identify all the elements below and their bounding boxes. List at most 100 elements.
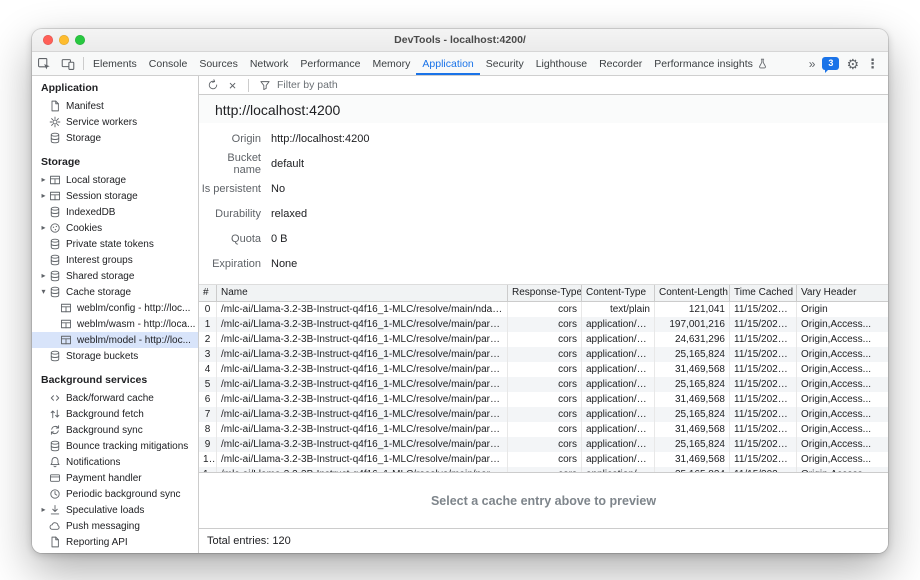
sidebar-item-periodic-background-sync[interactable]: Periodic background sync [32,486,198,502]
database-icon [49,238,61,250]
sidebar-item-weblm-model-http-loc[interactable]: weblm/model - http://loc... [32,332,198,348]
column-header-vary-header[interactable]: Vary Header [797,285,888,301]
column-header-time-cached[interactable]: Time Cached [730,285,797,301]
inspect-element-icon[interactable] [32,52,56,75]
more-tabs-button[interactable]: » [809,57,816,71]
sidebar-item-notifications[interactable]: Notifications [32,454,198,470]
sidebar-item-background-sync[interactable]: Background sync [32,422,198,438]
sidebar-item-payment-handler[interactable]: Payment handler [32,470,198,486]
tree-arrow-icon[interactable]: ▸ [38,272,49,280]
table-row[interactable]: 0/mlc-ai/Llama-3.2-3B-Instruct-q4f16_1-M… [199,302,888,317]
sidebar-section-storage: Storage▸Local storage▸Session storageInd… [32,152,198,364]
sidebar-item-shared-storage[interactable]: ▸Shared storage [32,268,198,284]
sidebar-item-background-fetch[interactable]: Background fetch [32,406,198,422]
tree-arrow-icon[interactable]: ▸ [38,506,49,514]
close-window-button[interactable] [43,35,53,45]
sidebar-item-label: Storage [66,133,101,144]
tab-sources[interactable]: Sources [193,52,244,75]
titlebar[interactable]: DevTools - localhost:4200/ [32,29,888,52]
cell-content_length: 25,165,824 [655,407,730,422]
table-row[interactable]: 5/mlc-ai/Llama-3.2-3B-Instruct-q4f16_1-M… [199,377,888,392]
cell-num: 9 [199,437,217,452]
delete-selected-button[interactable]: × [225,78,240,93]
column-header-content-length[interactable]: Content-Length [655,285,730,301]
table-row[interactable]: 9/mlc-ai/Llama-3.2-3B-Instruct-q4f16_1-M… [199,437,888,452]
tab-network[interactable]: Network [244,52,295,75]
table-row[interactable]: 4/mlc-ai/Llama-3.2-3B-Instruct-q4f16_1-M… [199,362,888,377]
sidebar-item-weblm-wasm-http-loca[interactable]: weblm/wasm - http://loca... [32,316,198,332]
sidebar-item-storage-buckets[interactable]: Storage buckets [32,348,198,364]
tab-performance-insights[interactable]: Performance insights [648,52,774,75]
table-icon [60,302,72,314]
column-header-content-type[interactable]: Content-Type [582,285,655,301]
tab-security[interactable]: Security [480,52,530,75]
sidebar-item-indexeddb[interactable]: IndexedDB [32,204,198,220]
cell-num: 7 [199,407,217,422]
sidebar-item-speculative-loads[interactable]: ▸Speculative loads [32,502,198,518]
tree-arrow-icon[interactable]: ▾ [38,288,49,296]
table-row[interactable]: 1/mlc-ai/Llama-3.2-3B-Instruct-q4f16_1-M… [199,317,888,332]
tree-arrow-icon[interactable]: ▸ [38,192,49,200]
sidebar-item-cookies[interactable]: ▸Cookies [32,220,198,236]
sidebar-item-session-storage[interactable]: ▸Session storage [32,188,198,204]
table-row[interactable]: 6/mlc-ai/Llama-3.2-3B-Instruct-q4f16_1-M… [199,392,888,407]
tab-console[interactable]: Console [143,52,194,75]
zoom-window-button[interactable] [75,35,85,45]
settings-gear-icon[interactable]: ⚙ [846,57,859,71]
sidebar-item-cache-storage[interactable]: ▾Cache storage [32,284,198,300]
toolbar-divider [83,57,84,70]
database-icon [49,286,61,298]
tab-elements[interactable]: Elements [87,52,143,75]
tree-arrow-icon[interactable]: ▸ [38,224,49,232]
sidebar-item-label: Manifest [66,101,104,112]
sidebar-item-label: Background fetch [66,409,144,420]
tab-memory[interactable]: Memory [366,52,416,75]
sidebar-item-weblm-config-http-loc[interactable]: weblm/config - http://loc... [32,300,198,316]
sidebar-item-storage[interactable]: Storage [32,130,198,146]
sidebar-item-push-messaging[interactable]: Push messaging [32,518,198,534]
card-icon [49,472,61,484]
sidebar-item-interest-groups[interactable]: Interest groups [32,252,198,268]
detail-value: default [271,158,304,170]
table-row[interactable]: 8/mlc-ai/Llama-3.2-3B-Instruct-q4f16_1-M… [199,422,888,437]
tab-lighthouse[interactable]: Lighthouse [530,52,593,75]
detail-label: Origin [199,133,261,145]
tab-recorder[interactable]: Recorder [593,52,648,75]
sidebar-item-back-forward-cache[interactable]: Back/forward cache [32,390,198,406]
cell-content_length: 121,041 [655,302,730,317]
sidebar-item-private-state-tokens[interactable]: Private state tokens [32,236,198,252]
sidebar-item-local-storage[interactable]: ▸Local storage [32,172,198,188]
detail-row-origin: Originhttp://localhost:4200 [199,126,888,151]
table-row[interactable]: 2/mlc-ai/Llama-3.2-3B-Instruct-q4f16_1-M… [199,332,888,347]
cell-response_type: cors [508,392,582,407]
sidebar-item-manifest[interactable]: Manifest [32,98,198,114]
cell-name: /mlc-ai/Llama-3.2-3B-Instruct-q4f16_1-ML… [217,302,508,317]
cell-response_type: cors [508,317,582,332]
cell-content_length: 31,469,568 [655,392,730,407]
table-row[interactable]: 10/mlc-ai/Llama-3.2-3B-Instruct-q4f16_1-… [199,452,888,467]
sidebar-item-service-workers[interactable]: Service workers [32,114,198,130]
cell-content_length: 31,469,568 [655,362,730,377]
cell-vary: Origin,Access... [797,392,888,407]
cell-time_cached: 11/15/2024, 10... [730,317,797,332]
column-header-response-type[interactable]: Response-Type [508,285,582,301]
sidebar-item-bounce-tracking-mitigations[interactable]: Bounce tracking mitigations [32,438,198,454]
table-row[interactable]: 7/mlc-ai/Llama-3.2-3B-Instruct-q4f16_1-M… [199,407,888,422]
tree-arrow-icon[interactable]: ▸ [38,176,49,184]
minimize-window-button[interactable] [59,35,69,45]
column-header-name[interactable]: Name [217,285,508,301]
console-messages-badge[interactable]: 3 [822,57,839,70]
column-header-[interactable]: # [199,285,217,301]
table-row[interactable]: 3/mlc-ai/Llama-3.2-3B-Instruct-q4f16_1-M… [199,347,888,362]
filter-by-path-input[interactable] [277,79,437,91]
sidebar-item-label: Periodic background sync [66,489,181,500]
refresh-button[interactable] [205,78,220,93]
kebab-menu-icon[interactable]: ⋮ [866,57,879,70]
document-icon [49,536,61,548]
sidebar-item-label: weblm/config - http://loc... [77,303,190,314]
device-toolbar-icon[interactable] [56,52,80,75]
tab-application[interactable]: Application [416,52,479,75]
tab-label: Memory [372,58,410,70]
sidebar-item-reporting-api[interactable]: Reporting API [32,534,198,550]
tab-performance[interactable]: Performance [294,52,366,75]
